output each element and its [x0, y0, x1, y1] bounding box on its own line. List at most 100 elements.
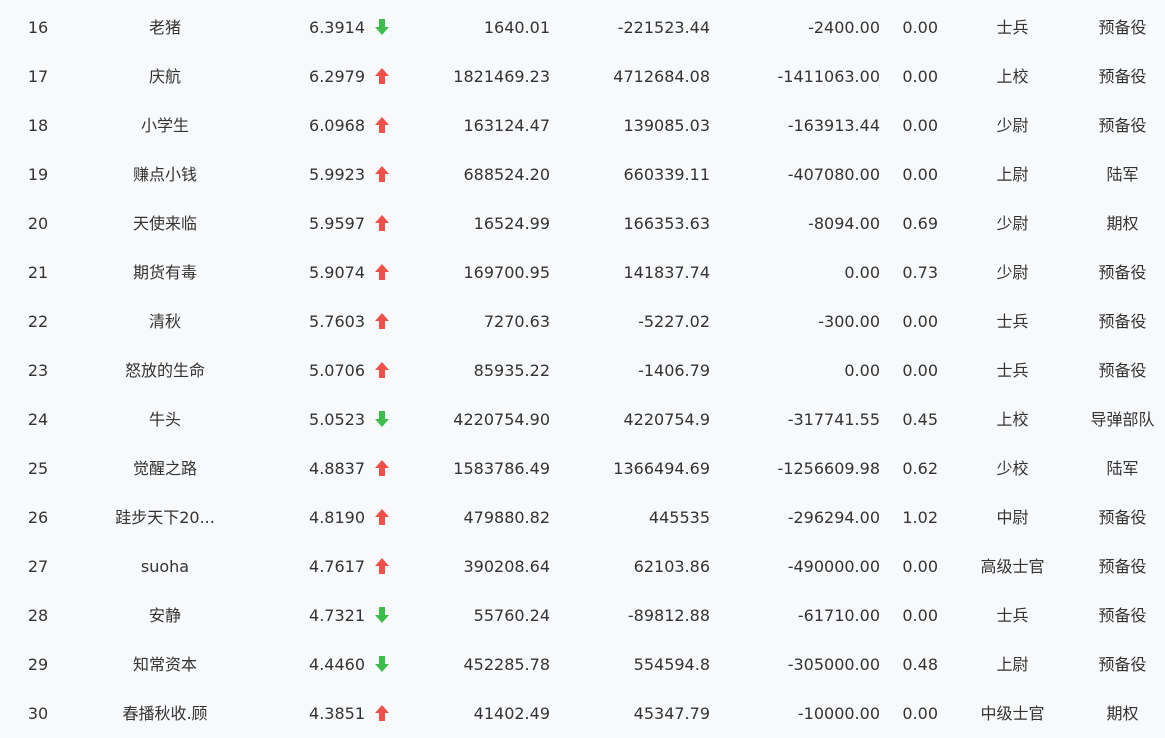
- trader-name-cell[interactable]: 牛头: [100, 395, 230, 444]
- military-rank-cell: 士兵: [996, 312, 1029, 331]
- value-b-cell: 4712684.08: [613, 67, 710, 86]
- military-rank-cell: 上校: [996, 67, 1029, 86]
- military-rank-cell: 士兵: [996, 606, 1029, 625]
- table-row[interactable]: 17 庆航 6.2979 1821469.23 4712684.08 -1411063.0…: [0, 52, 1165, 101]
- trader-name-cell[interactable]: 清秋: [100, 297, 230, 346]
- table-row[interactable]: 30 春播秋收.顾 4.3851 41402.49 45347.79 -10000.00 0…: [0, 689, 1165, 738]
- rank-cell: 24: [27, 410, 49, 429]
- table-row[interactable]: 16 老猪 6.3914 1640.01 -221523.44 -2400.00 0.00 士…: [0, 3, 1165, 52]
- value-c-cell: -1411063.00: [777, 67, 880, 86]
- rank-cell: 28: [27, 606, 49, 625]
- value-c-cell: 0.00: [844, 361, 880, 380]
- score-cell: 4.3851: [309, 704, 365, 723]
- value-b-cell: 141837.74: [623, 263, 710, 282]
- value-a-cell: 390208.64: [463, 557, 550, 576]
- value-d-cell: 0.00: [902, 704, 938, 723]
- trader-name-cell[interactable]: 期货有毒: [100, 248, 230, 297]
- table-row[interactable]: 24 牛头 5.0523 4220754.90 4220754.9 -317741.55 0…: [0, 395, 1165, 444]
- military-rank-cell: 高级士官: [980, 557, 1045, 576]
- value-b-cell: -89812.88: [627, 606, 710, 625]
- value-b-cell: 166353.63: [623, 214, 710, 233]
- value-b-cell: 554594.8: [633, 655, 710, 674]
- value-c-cell: -61710.00: [797, 606, 880, 625]
- rank-cell: 25: [27, 459, 49, 478]
- arrow-up-icon: [372, 150, 392, 199]
- value-a-cell: 55760.24: [473, 606, 550, 625]
- value-c-cell: -163913.44: [787, 116, 880, 135]
- trader-name-cell[interactable]: 觉醒之路: [100, 444, 230, 493]
- value-b-cell: 660339.11: [623, 165, 710, 184]
- score-cell: 5.0523: [309, 410, 365, 429]
- trader-name-cell[interactable]: 庆航: [100, 52, 230, 101]
- category-cell: 陆军: [1106, 459, 1139, 478]
- table-row[interactable]: 26 跬步天下20... 4.8190 479880.82 445535 -296294.…: [0, 493, 1165, 542]
- score-cell: 4.7321: [309, 606, 365, 625]
- rank-cell: 23: [27, 361, 49, 380]
- trader-name-cell[interactable]: suoha: [100, 542, 230, 591]
- value-d-cell: 0.00: [902, 606, 938, 625]
- rank-cell: 19: [27, 165, 49, 184]
- value-c-cell: -8094.00: [808, 214, 880, 233]
- trader-name-cell[interactable]: 知常资本: [100, 640, 230, 689]
- value-b-cell: 139085.03: [623, 116, 710, 135]
- value-a-cell: 169700.95: [463, 263, 550, 282]
- value-c-cell: -407080.00: [787, 165, 880, 184]
- military-rank-cell: 上尉: [996, 165, 1029, 184]
- table-row[interactable]: 25 觉醒之路 4.8837 1583786.49 1366494.69 -1256609…: [0, 444, 1165, 493]
- arrow-up-icon: [372, 199, 392, 248]
- score-cell: 5.7603: [309, 312, 365, 331]
- value-b-cell: 62103.86: [633, 557, 710, 576]
- trader-name-cell[interactable]: 春播秋收.顾: [100, 689, 230, 738]
- value-d-cell: 0.00: [902, 165, 938, 184]
- value-d-cell: 1.02: [902, 508, 938, 527]
- arrow-down-icon: [372, 3, 392, 52]
- arrow-down-icon: [372, 640, 392, 689]
- trader-name-cell[interactable]: 天使来临: [100, 199, 230, 248]
- category-cell: 预备役: [1098, 557, 1147, 576]
- table-row[interactable]: 18 小学生 6.0968 163124.47 139085.03 -163913.44 0…: [0, 101, 1165, 150]
- military-rank-cell: 少尉: [996, 116, 1029, 135]
- score-cell: 6.3914: [309, 18, 365, 37]
- score-cell: 6.0968: [309, 116, 365, 135]
- table-row[interactable]: 27 suoha 4.7617 390208.64 62103.86 -490000.00…: [0, 542, 1165, 591]
- table-row[interactable]: 19 赚点小钱 5.9923 688524.20 660339.11 -407080.00…: [0, 150, 1165, 199]
- trader-name-cell[interactable]: 小学生: [100, 101, 230, 150]
- value-c-cell: -10000.00: [797, 704, 880, 723]
- value-a-cell: 1583786.49: [453, 459, 550, 478]
- value-c-cell: -300.00: [818, 312, 880, 331]
- table-row[interactable]: 21 期货有毒 5.9074 169700.95 141837.74 0.00 0.73 少尉…: [0, 248, 1165, 297]
- value-a-cell: 16524.99: [473, 214, 550, 233]
- category-cell: 期权: [1106, 704, 1139, 723]
- category-cell: 预备役: [1098, 655, 1147, 674]
- table-row[interactable]: 28 安静 4.7321 55760.24 -89812.88 -61710.00 0.00…: [0, 591, 1165, 640]
- trader-name-cell[interactable]: 赚点小钱: [100, 150, 230, 199]
- value-d-cell: 0.00: [902, 18, 938, 37]
- value-a-cell: 41402.49: [473, 704, 550, 723]
- trader-name-cell[interactable]: 安静: [100, 591, 230, 640]
- value-c-cell: -305000.00: [787, 655, 880, 674]
- category-cell: 导弹部队: [1090, 410, 1155, 429]
- value-d-cell: 0.45: [902, 410, 938, 429]
- score-cell: 5.9923: [309, 165, 365, 184]
- table-row[interactable]: 23 怒放的生命 5.0706 85935.22 -1406.79 0.00 0.00 士兵 预…: [0, 346, 1165, 395]
- arrow-up-icon: [372, 689, 392, 738]
- category-cell: 预备役: [1098, 606, 1147, 625]
- trader-name-cell[interactable]: 怒放的生命: [100, 346, 230, 395]
- trader-name-cell[interactable]: 老猪: [100, 3, 230, 52]
- rank-cell: 20: [27, 214, 49, 233]
- score-cell: 6.2979: [309, 67, 365, 86]
- table-row[interactable]: 29 知常资本 4.4460 452285.78 554594.8 -305000.00 0…: [0, 640, 1165, 689]
- trader-name-cell[interactable]: 跬步天下20...: [100, 493, 230, 542]
- arrow-up-icon: [372, 248, 392, 297]
- value-d-cell: 0.00: [902, 361, 938, 380]
- value-b-cell: -221523.44: [617, 18, 710, 37]
- score-cell: 5.0706: [309, 361, 365, 380]
- value-a-cell: 1821469.23: [453, 67, 550, 86]
- table-row[interactable]: 22 清秋 5.7603 7270.63 -5227.02 -300.00 0.00 士兵 预备…: [0, 297, 1165, 346]
- value-c-cell: -490000.00: [787, 557, 880, 576]
- score-cell: 4.8837: [309, 459, 365, 478]
- category-cell: 预备役: [1098, 508, 1147, 527]
- rank-cell: 21: [27, 263, 49, 282]
- table-row[interactable]: 20 天使来临 5.9597 16524.99 166353.63 -8094.00 0.6…: [0, 199, 1165, 248]
- value-d-cell: 0.00: [902, 312, 938, 331]
